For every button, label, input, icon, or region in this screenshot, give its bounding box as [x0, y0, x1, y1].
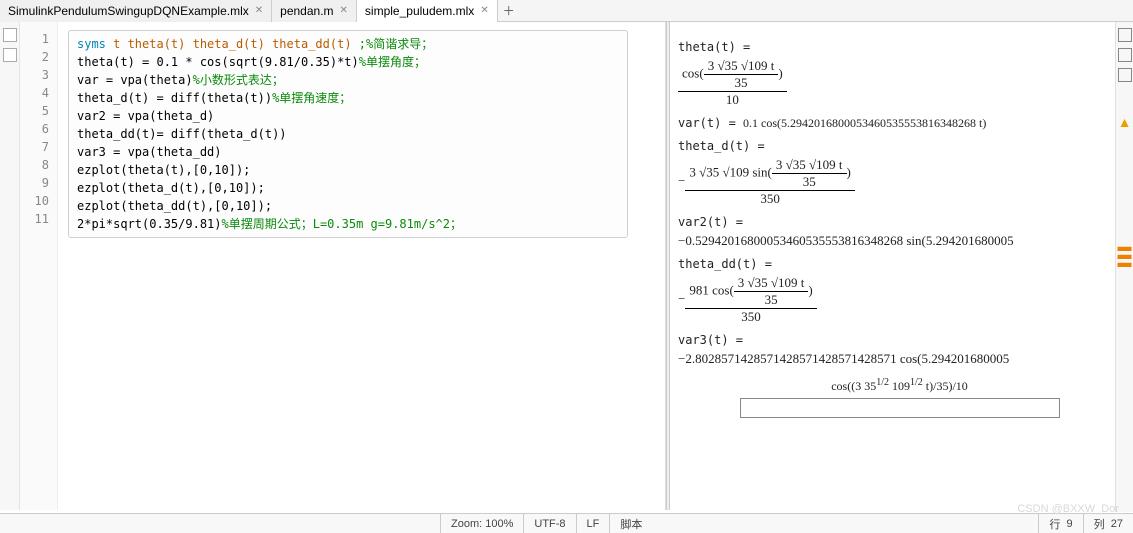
watermark: CSDN @BXXW_Dor — [1017, 503, 1119, 515]
math-expr: −0.52942016800053460535553816348268 sin(… — [678, 233, 1121, 249]
math-expr: −981 cos(3 √35 √109 t35)350 — [678, 275, 1121, 325]
add-tab-button[interactable]: ＋ — [498, 2, 520, 19]
math-expr: −3 √35 √109 sin(3 √35 √109 t35)350 — [678, 157, 1121, 207]
section-marker-icon[interactable]: ▬▬▬ — [1118, 242, 1132, 266]
line-number: 4 — [20, 84, 49, 102]
line-number: 1 — [20, 30, 49, 48]
code-text: var2 = vpa(theta_d) — [77, 109, 214, 123]
tab-label: simple_puludem.mlx — [365, 4, 474, 18]
layout-icon[interactable] — [1118, 68, 1132, 82]
comment: %单摆角度； — [359, 55, 426, 69]
tab-label: pendan.m — [280, 4, 333, 18]
tab-label: SimulinkPendulumSwingupDQNExample.mlx — [8, 4, 249, 18]
code-text: theta_d(t) = diff(theta(t)) — [77, 91, 272, 105]
line-number: 3 — [20, 66, 49, 84]
encoding-status[interactable]: UTF-8 — [523, 514, 575, 533]
code-text: ezplot(theta_dd(t),[0,10]); — [77, 199, 272, 213]
code-text: var3 = vpa(theta_dd) — [77, 145, 222, 159]
code-text: ezplot(theta(t),[0,10]); — [77, 163, 250, 177]
tool-button[interactable] — [3, 48, 17, 62]
line-number: 2 — [20, 48, 49, 66]
editor-toolbar — [0, 22, 20, 510]
tab-item-active[interactable]: simple_puludem.mlx ✕ — [357, 0, 498, 22]
code-text: var = vpa(theta) — [77, 73, 193, 87]
eol-status[interactable]: LF — [576, 514, 610, 533]
filetype-status: 脚本 — [609, 514, 652, 533]
output-label: var2(t) = — [678, 215, 1121, 229]
plot-area — [740, 398, 1060, 418]
code-text: 2*pi*sqrt(0.35/9.81) — [77, 217, 222, 231]
math-expr: −2.8028571428571428571428571428571 cos(5… — [678, 351, 1121, 367]
code-text: theta_dd(t)= diff(theta_d(t)) — [77, 127, 287, 141]
code-cell[interactable]: syms t theta(t) theta_d(t) theta_dd(t) ;… — [68, 30, 628, 238]
close-icon[interactable]: ✕ — [255, 5, 263, 16]
line-number: 6 — [20, 120, 49, 138]
code-text: ezplot(theta_d(t),[0,10]); — [77, 181, 265, 195]
close-icon[interactable]: ✕ — [340, 5, 348, 16]
warning-icon[interactable]: ▲ — [1118, 114, 1132, 130]
comment: %单摆周期公式；L=0.35m g=9.81m/s^2； — [222, 217, 463, 231]
code-text: t theta(t) theta_d(t) theta_dd(t) — [106, 37, 359, 51]
line-gutter: 1 2 3 4 5 6 7 8 9 10 11 — [20, 22, 58, 510]
output-label: theta(t) = — [678, 40, 1121, 54]
comment: ;%简谐求导； — [359, 37, 433, 51]
output-label: theta_d(t) = — [678, 139, 1121, 153]
code-text: theta(t) = 0.1 * cos(sqrt(9.81/0.35)*t) — [77, 55, 359, 69]
editor-pane: 1 2 3 4 5 6 7 8 9 10 11 syms t theta(t) … — [0, 22, 666, 510]
tool-button[interactable] — [3, 28, 17, 42]
line-number: 8 — [20, 156, 49, 174]
status-bar: Zoom: 100% UTF-8 LF 脚本 行 9 列 27 — [0, 513, 1133, 533]
output-label: var(t) = 0.1 cos(5.294201680005346053555… — [678, 116, 1121, 131]
cursor-row: 行 9 — [1038, 514, 1082, 533]
math-expr: cos(3 √35 √109 t35)10 — [678, 58, 1121, 108]
code-area[interactable]: syms t theta(t) theta_d(t) theta_dd(t) ;… — [58, 22, 665, 510]
layout-icon[interactable] — [1118, 48, 1132, 62]
right-toolbar: ▲ ▬▬▬ — [1115, 22, 1133, 512]
comment: %单摆角速度； — [272, 91, 351, 105]
tab-item[interactable]: pendan.m ✕ — [272, 0, 357, 22]
keyword: syms — [77, 37, 106, 51]
close-icon[interactable]: ✕ — [480, 5, 488, 16]
plot-title: cos((3 351/2 1091/2 t)/35)/10 — [678, 377, 1121, 394]
line-number: 5 — [20, 102, 49, 120]
layout-icon[interactable] — [1118, 28, 1132, 42]
output-pane: theta(t) = cos(3 √35 √109 t35)10 var(t) … — [666, 22, 1133, 510]
splitter[interactable] — [666, 22, 670, 510]
line-number: 10 — [20, 192, 49, 210]
zoom-status[interactable]: Zoom: 100% — [440, 514, 523, 533]
line-number: 11 — [20, 210, 49, 228]
output-label: var3(t) = — [678, 333, 1121, 347]
cursor-col: 列 27 — [1083, 514, 1133, 533]
line-number: 7 — [20, 138, 49, 156]
tab-bar: SimulinkPendulumSwingupDQNExample.mlx ✕ p… — [0, 0, 1133, 22]
comment: %小数形式表达； — [193, 73, 284, 87]
line-number: 9 — [20, 174, 49, 192]
output-label: theta_dd(t) = — [678, 257, 1121, 271]
tab-item[interactable]: SimulinkPendulumSwingupDQNExample.mlx ✕ — [0, 0, 272, 22]
